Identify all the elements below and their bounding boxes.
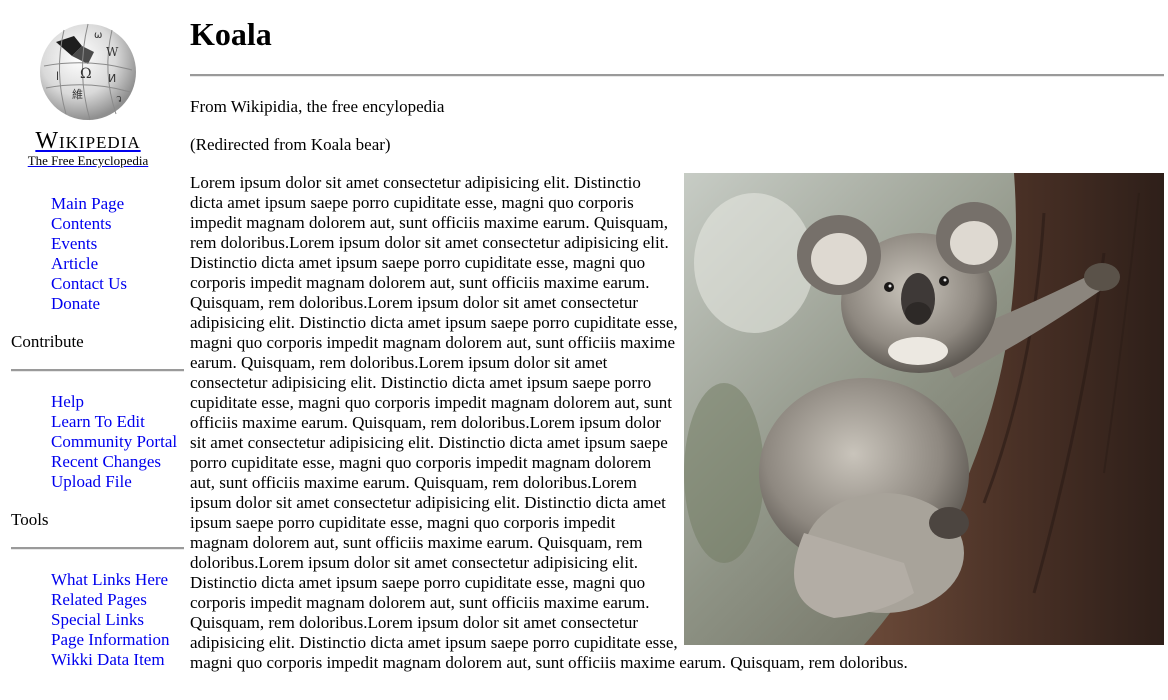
svg-text:ว: ว (116, 94, 122, 105)
nav-item-help: Help (51, 392, 177, 412)
svg-text:ω: ω (94, 30, 102, 41)
nav-link-upload-file[interactable]: Upload File (51, 472, 132, 491)
nav-link-contact-us[interactable]: Contact Us (51, 274, 127, 293)
nav-link-recent-changes[interactable]: Recent Changes (51, 452, 161, 471)
nav-item-page-information: Page Information (51, 630, 170, 650)
nav-item-learn-to-edit: Learn To Edit (51, 412, 177, 432)
title-divider (190, 74, 1164, 77)
article-subtitle: From Wikipidia, the free encylopedia (190, 97, 445, 116)
nav-link-what-links-here[interactable]: What Links Here (51, 570, 168, 589)
nav-link-special-links[interactable]: Special Links (51, 610, 144, 629)
nav-link-learn-to-edit[interactable]: Learn To Edit (51, 412, 145, 431)
nav-link-page-information[interactable]: Page Information (51, 630, 170, 649)
tools-nav: What Links Here Related Pages Special Li… (51, 570, 170, 670)
nav-link-wikki-data-item[interactable]: Wikki Data Item (51, 650, 165, 669)
nav-item-article: Article (51, 254, 127, 274)
nav-item-main-page: Main Page (51, 194, 127, 214)
nav-item-wikki-data-item: Wikki Data Item (51, 650, 170, 670)
nav-item-what-links-here: What Links Here (51, 570, 170, 590)
nav-link-events[interactable]: Events (51, 234, 97, 253)
svg-text:W: W (106, 45, 119, 59)
nav-item-contact-us: Contact Us (51, 274, 127, 294)
redirect-notice: (Redirected from Koala bear) (190, 135, 391, 154)
svg-text:Ω: Ω (80, 66, 92, 82)
logo-wordmark: Wikipedia (35, 128, 141, 154)
primary-nav: Main Page Contents Events Article Contac… (51, 194, 127, 314)
nav-item-upload-file: Upload File (51, 472, 177, 492)
nav-link-article[interactable]: Article (51, 254, 98, 273)
svg-text:И: И (108, 72, 116, 85)
svg-text:維: 維 (72, 88, 83, 101)
koala-image (684, 173, 1164, 645)
nav-item-events: Events (51, 234, 127, 254)
nav-link-help[interactable]: Help (51, 392, 84, 411)
tools-divider (11, 547, 184, 550)
nav-link-donate[interactable]: Donate (51, 294, 100, 313)
nav-item-related-pages: Related Pages (51, 590, 170, 610)
nav-item-recent-changes: Recent Changes (51, 452, 177, 472)
nav-link-main-page[interactable]: Main Page (51, 194, 124, 213)
nav-link-contents[interactable]: Contents (51, 214, 111, 233)
nav-item-special-links: Special Links (51, 610, 170, 630)
contribute-heading: Contribute (11, 332, 84, 351)
koala-photo (684, 173, 1164, 645)
nav-item-contents: Contents (51, 214, 127, 234)
tools-heading: Tools (11, 510, 49, 529)
wikipedia-globe-icon: Ω W 維 И ا ว ω (40, 23, 136, 121)
contribute-divider (11, 369, 184, 372)
nav-link-related-pages[interactable]: Related Pages (51, 590, 147, 609)
nav-item-donate: Donate (51, 294, 127, 314)
wikipedia-logo[interactable]: Ω W 維 И ا ว ω Wikipedia The Free Encyclo… (18, 22, 158, 168)
contribute-nav: Help Learn To Edit Community Portal Rece… (51, 392, 177, 492)
page-title: Koala (190, 16, 272, 52)
nav-link-community-portal[interactable]: Community Portal (51, 432, 177, 451)
article-body: Lorem ipsum dolor sit amet consectetur a… (190, 173, 1164, 673)
svg-text:ا: ا (56, 70, 59, 83)
logo-tagline: The Free Encyclopedia (27, 153, 149, 168)
nav-item-community-portal: Community Portal (51, 432, 177, 452)
sidebar: Ω W 維 И ا ว ω Wikipedia The Free Encyclo… (0, 0, 186, 700)
